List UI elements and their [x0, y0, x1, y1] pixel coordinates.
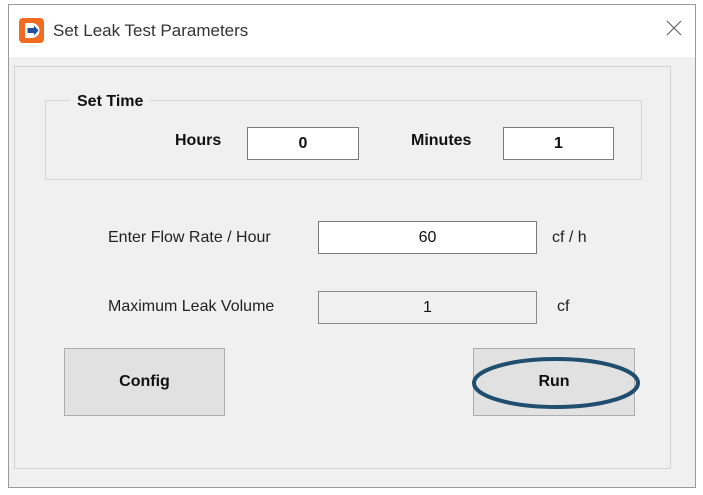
- hours-label: Hours: [175, 132, 222, 149]
- config-button[interactable]: Config: [64, 348, 225, 416]
- leak-volume-unit: cf: [557, 298, 570, 315]
- title-bar: Set Leak Test Parameters: [9, 5, 695, 57]
- app-icon: [19, 18, 44, 43]
- hours-input[interactable]: [247, 127, 359, 160]
- flow-rate-input[interactable]: [318, 221, 537, 254]
- run-button[interactable]: Run: [473, 348, 635, 416]
- set-time-group-label: Set Time: [70, 93, 151, 111]
- leak-volume-field: [318, 291, 537, 324]
- close-button[interactable]: [659, 15, 689, 45]
- minutes-label: Minutes: [411, 132, 472, 149]
- close-icon: [666, 20, 682, 41]
- leak-volume-label: Maximum Leak Volume: [108, 298, 275, 315]
- flow-rate-unit: cf / h: [552, 229, 587, 246]
- flow-rate-label: Enter Flow Rate / Hour: [108, 229, 271, 246]
- window-title: Set Leak Test Parameters: [53, 21, 249, 40]
- minutes-input[interactable]: [503, 127, 614, 160]
